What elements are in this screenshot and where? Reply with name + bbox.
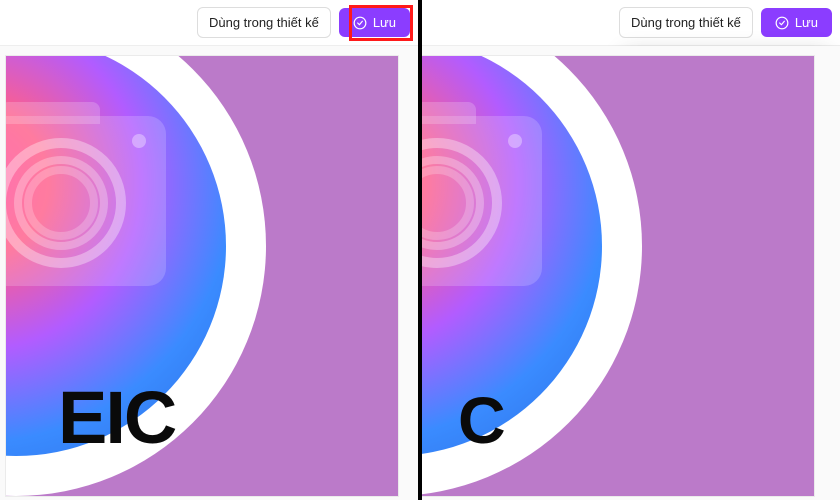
design-workspace[interactable]: C bbox=[422, 56, 814, 496]
check-circle-icon bbox=[353, 16, 367, 30]
left-screenshot: Dùng trong thiết kế Lưu 1 EIC bbox=[0, 0, 418, 500]
check-circle-icon bbox=[775, 16, 789, 30]
icon-text: C bbox=[458, 382, 504, 458]
camera-icon bbox=[6, 116, 166, 286]
save-button[interactable]: Lưu bbox=[761, 8, 832, 37]
use-in-design-button[interactable]: Dùng trong thiết kế bbox=[197, 7, 331, 38]
save-button-label: Lưu bbox=[795, 15, 818, 30]
canvas-area: EIC bbox=[0, 46, 418, 500]
canvas-area: C bbox=[422, 46, 840, 500]
right-screenshot: Dùng trong thiết kế Lưu Lưu vào Canva Tả… bbox=[422, 0, 840, 500]
camera-icon bbox=[422, 116, 542, 286]
icon-circle bbox=[422, 56, 642, 496]
top-toolbar: Dùng trong thiết kế Lưu bbox=[422, 0, 840, 46]
icon-text: EIC bbox=[58, 375, 175, 460]
design-workspace[interactable]: EIC bbox=[6, 56, 398, 496]
save-button-label: Lưu bbox=[373, 15, 396, 30]
save-button[interactable]: Lưu bbox=[339, 8, 410, 37]
top-toolbar: Dùng trong thiết kế Lưu bbox=[0, 0, 418, 46]
use-in-design-button[interactable]: Dùng trong thiết kế bbox=[619, 7, 753, 38]
